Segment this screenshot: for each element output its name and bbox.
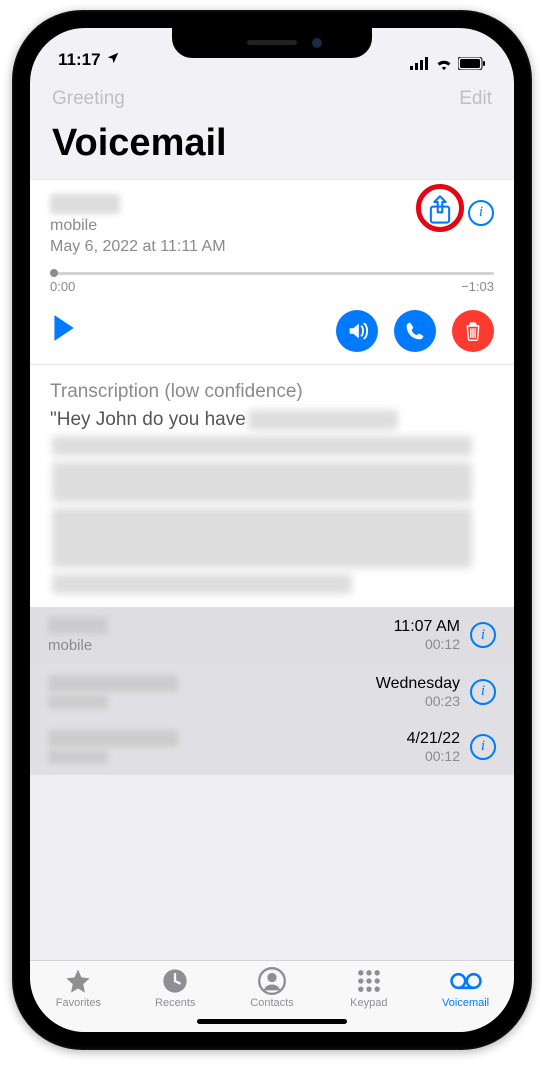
row-time: 11:07 AM	[394, 618, 460, 636]
voicemail-row[interactable]: mobile 11:07 AM 00:12 i	[30, 607, 514, 665]
tab-contacts[interactable]: Contacts	[224, 967, 321, 1009]
info-button[interactable]: i	[470, 622, 496, 648]
tab-favorites[interactable]: Favorites	[30, 967, 127, 1009]
voicemail-datetime: May 6, 2022 at 11:11 AM	[50, 237, 426, 258]
location-arrow-icon	[106, 50, 120, 70]
call-back-button[interactable]	[394, 310, 436, 352]
notch	[172, 28, 372, 58]
elapsed-time: 0:00	[50, 279, 75, 294]
row-duration: 00:23	[376, 693, 460, 709]
tab-label: Recents	[155, 997, 195, 1009]
voicemail-list[interactable]: mobile 11:07 AM 00:12 i Wednesday 00:23 …	[30, 607, 514, 960]
transcription-section: Transcription (low confidence) "Hey John…	[30, 365, 514, 607]
caller-label: mobile	[48, 637, 394, 654]
edit-button[interactable]: Edit	[459, 88, 492, 110]
phone-frame: 11:17 Greeting Edit Voice	[12, 10, 532, 1050]
row-duration: 00:12	[407, 748, 460, 764]
caller-name-redacted	[48, 617, 108, 634]
transcription-heading: Transcription (low confidence)	[50, 381, 494, 403]
info-button[interactable]: i	[468, 200, 494, 226]
speaker-button[interactable]	[336, 310, 378, 352]
cellular-signal-icon	[410, 57, 430, 70]
status-time: 11:17	[58, 50, 101, 70]
home-indicator[interactable]	[197, 1019, 347, 1024]
page-title: Voicemail	[30, 116, 514, 179]
nav-bar: Greeting Edit	[30, 74, 514, 116]
voicemail-row[interactable]: 4/21/22 00:12 i	[30, 720, 514, 775]
share-button[interactable]	[426, 213, 454, 230]
row-duration: 00:12	[394, 636, 460, 652]
transcription-prefix: "Hey John do you have	[50, 407, 246, 433]
row-time: Wednesday	[376, 675, 460, 693]
caller-sub-redacted	[48, 750, 108, 764]
delete-button[interactable]	[452, 310, 494, 352]
caller-label: mobile	[50, 216, 426, 237]
tab-voicemail[interactable]: Voicemail	[417, 967, 514, 1009]
tab-recents[interactable]: Recents	[127, 967, 224, 1009]
caller-sub-redacted	[48, 695, 108, 709]
greeting-button[interactable]: Greeting	[52, 88, 125, 110]
tab-label: Favorites	[56, 997, 101, 1009]
tab-keypad[interactable]: Keypad	[320, 967, 417, 1009]
transcription-text: "Hey John do you have	[50, 407, 494, 597]
play-button[interactable]	[50, 313, 76, 348]
voicemail-expanded: mobile May 6, 2022 at 11:11 AM i 0	[30, 179, 514, 365]
caller-name-redacted	[48, 675, 178, 692]
remaining-time: −1:03	[461, 279, 494, 294]
info-button[interactable]: i	[470, 679, 496, 705]
caller-name-redacted	[50, 194, 120, 214]
wifi-icon	[435, 57, 453, 70]
battery-icon	[458, 57, 486, 70]
info-button[interactable]: i	[470, 734, 496, 760]
screen: 11:17 Greeting Edit Voice	[30, 28, 514, 1032]
voicemail-row[interactable]: Wednesday 00:23 i	[30, 665, 514, 720]
playback-scrubber[interactable]: 0:00 −1:03	[50, 272, 494, 294]
tab-label: Keypad	[350, 997, 387, 1009]
tab-label: Voicemail	[442, 997, 489, 1009]
tab-label: Contacts	[250, 997, 293, 1009]
caller-name-redacted	[48, 730, 178, 747]
row-time: 4/21/22	[407, 730, 460, 748]
